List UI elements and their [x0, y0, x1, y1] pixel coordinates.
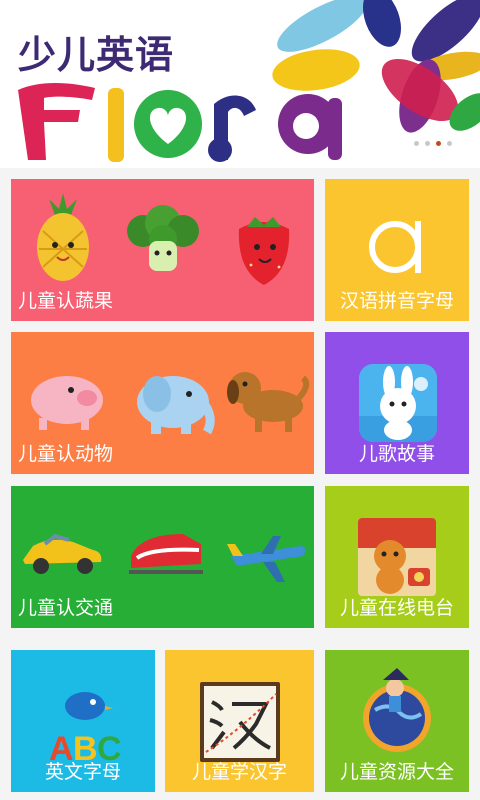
- carousel-dot[interactable]: [414, 141, 419, 146]
- carousel-dot[interactable]: [447, 141, 452, 146]
- hanzi-book-icon: [200, 682, 280, 762]
- tile-songs-stories[interactable]: 儿歌故事: [325, 332, 469, 474]
- vehicles-icon: [23, 533, 306, 582]
- tile-animals[interactable]: 儿童认动物: [11, 332, 314, 474]
- tile-label: 汉语拼音字母: [339, 290, 454, 312]
- promo-banner[interactable]: 少儿英语: [0, 0, 480, 168]
- tile-label: 英文字母: [44, 761, 121, 783]
- tile-label: 儿童认动物: [18, 443, 114, 465]
- globe-explorer-icon: [363, 668, 431, 752]
- banner-title: 少儿英语: [18, 33, 175, 77]
- tile-english-letters[interactable]: A B C 英文字母: [11, 650, 155, 792]
- tile-label: 儿童认交通: [18, 597, 114, 619]
- fruit-vegetable-icon: [37, 193, 290, 285]
- tile-pinyin[interactable]: 汉语拼音字母: [325, 179, 469, 321]
- carousel-indicator: [414, 141, 452, 146]
- tile-label: 儿童在线电台: [339, 597, 454, 619]
- animals-icon: [31, 372, 310, 435]
- beaver-radio-icon: [358, 518, 436, 596]
- tile-children-resources[interactable]: 儿童资源大全: [325, 650, 469, 792]
- tile-label: 儿童认蔬果: [18, 290, 114, 312]
- bunny-app-icon: [359, 364, 437, 442]
- tile-chinese-characters[interactable]: 儿童学汉字: [165, 650, 314, 792]
- tile-label: 儿童资源大全: [339, 761, 454, 783]
- carousel-dot[interactable]: [425, 141, 430, 146]
- abc-bird-icon: A B C: [49, 692, 122, 768]
- tile-online-radio[interactable]: 儿童在线电台: [325, 486, 469, 628]
- tile-label: 儿童学汉字: [191, 761, 287, 783]
- carousel-dot-active[interactable]: [436, 141, 441, 146]
- letter-a-icon: [369, 221, 421, 273]
- tile-transport[interactable]: 儿童认交通: [11, 486, 314, 628]
- tile-label: 儿歌故事: [358, 443, 435, 465]
- tile-fruits-vegetables[interactable]: 儿童认蔬果: [11, 179, 314, 321]
